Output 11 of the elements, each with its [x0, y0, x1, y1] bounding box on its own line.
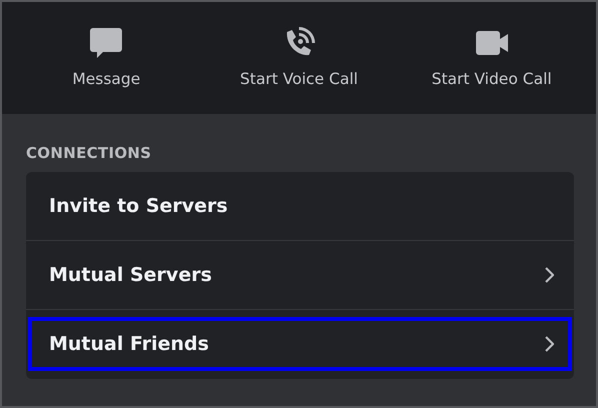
- video-call-button[interactable]: Start Video Call: [395, 2, 588, 114]
- chevron-right-icon: [544, 336, 554, 352]
- voice-call-button[interactable]: Start Voice Call: [202, 2, 396, 114]
- video-camera-icon: [476, 31, 508, 55]
- section-heading: CONNECTIONS: [26, 144, 152, 162]
- menu-item[interactable]: Invite to Servers: [26, 172, 574, 241]
- message-button[interactable]: Message: [10, 2, 203, 114]
- menu-item[interactable]: Mutual Servers: [26, 241, 574, 310]
- menu-item[interactable]: Mutual Friends: [26, 315, 574, 373]
- chevron-right-icon: [544, 267, 554, 283]
- chat-bubble-icon: [90, 28, 122, 58]
